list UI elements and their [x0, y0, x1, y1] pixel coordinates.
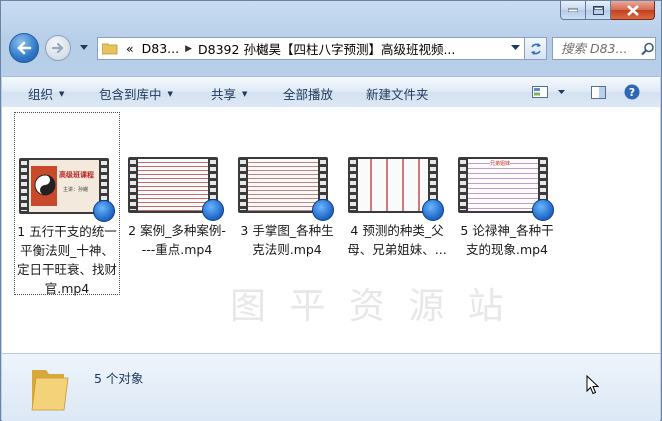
- change-view-button[interactable]: [529, 81, 551, 103]
- include-in-library-label: 包含到库中: [99, 87, 162, 102]
- search-icon[interactable]: [641, 42, 655, 56]
- video-thumbnail: [128, 157, 226, 221]
- file-name: 2 案例_多种案例----重点.mp4: [128, 223, 226, 257]
- play-all-button[interactable]: 全部播放: [283, 84, 333, 103]
- organize-menu[interactable]: 组织 ▼: [28, 84, 64, 103]
- file-name: 1 五行干支的统一平衡法则_十神、定日干旺衰、找财官.mp4: [17, 224, 118, 296]
- minimize-icon: [568, 8, 578, 12]
- minimize-button[interactable]: [560, 1, 586, 20]
- view-icon: [532, 86, 548, 98]
- maximize-button[interactable]: [586, 1, 611, 20]
- address-overflow[interactable]: «: [122, 41, 138, 56]
- media-player-badge-icon: [422, 199, 444, 221]
- file-name: 3 手掌图_各种生克法则.mp4: [240, 223, 334, 257]
- explorer-window: « D83... ▶ D8392 孙樾昊【四柱八字预测】高级班视频... 组织 ▼…: [0, 0, 662, 421]
- yin-yang-icon: [34, 174, 56, 196]
- share-label: 共享: [211, 87, 237, 102]
- preview-pane-button[interactable]: [587, 81, 609, 103]
- preview-pane-icon: [590, 85, 606, 99]
- file-item[interactable]: 4 预测的种类_父母、兄弟姐妹、...: [344, 112, 450, 295]
- folder-icon: [102, 43, 118, 55]
- organize-label: 组织: [28, 87, 54, 102]
- video-thumbnail: 高级班课程 主讲：孙樾: [19, 158, 117, 222]
- file-name: 5 论禄神_各种干支的现象.mp4: [460, 223, 554, 257]
- folder-icon: [31, 370, 69, 411]
- media-player-badge-icon: [202, 199, 224, 221]
- new-folder-label: 新建文件夹: [366, 87, 429, 102]
- caption-buttons: [560, 1, 655, 21]
- media-player-badge-icon: [532, 199, 554, 221]
- file-list[interactable]: 图 平 资 源 站 高级班课程 主讲：孙樾 1 五行干支的统一平衡法则_十神、定…: [2, 107, 660, 353]
- file-item[interactable]: 3 手掌图_各种生克法则.mp4: [234, 112, 340, 295]
- forward-arrow-icon: [51, 42, 64, 54]
- organize-dropdown-icon: ▼: [59, 89, 65, 98]
- help-icon: ?: [624, 84, 640, 100]
- include-in-library-menu[interactable]: 包含到库中 ▼: [99, 84, 173, 103]
- thumbnail-title: 高级班课程: [59, 171, 94, 179]
- thumbnail-title: 兄弟姐妹: [490, 160, 511, 167]
- item-count: 5 个对象: [94, 371, 144, 386]
- video-thumbnail: [238, 157, 336, 221]
- breadcrumb-parent[interactable]: D83...: [138, 41, 183, 56]
- breadcrumb-separator-icon[interactable]: ▶: [183, 44, 194, 54]
- back-arrow-icon: [17, 41, 32, 55]
- new-folder-button[interactable]: 新建文件夹: [366, 84, 429, 103]
- media-player-badge-icon: [93, 200, 115, 222]
- play-all-label: 全部播放: [283, 87, 334, 102]
- video-thumbnail: 兄弟姐妹: [458, 157, 556, 221]
- file-item[interactable]: 兄弟姐妹 5 论禄神_各种干支的现象.mp4: [454, 112, 560, 295]
- search-input[interactable]: [559, 40, 641, 57]
- navigation-bar: « D83... ▶ D8392 孙樾昊【四柱八字预测】高级班视频...: [1, 29, 661, 69]
- mouse-cursor-icon: [586, 375, 599, 395]
- back-button[interactable]: [9, 33, 39, 63]
- details-pane: 5 个对象: [2, 353, 660, 421]
- close-icon: [626, 4, 639, 16]
- share-menu[interactable]: 共享 ▼: [211, 84, 247, 103]
- breadcrumb-current[interactable]: D8392 孙樾昊【四柱八字预测】高级班视频...: [194, 39, 459, 58]
- share-dropdown-icon: ▼: [242, 89, 248, 98]
- maximize-icon: [592, 5, 604, 15]
- include-dropdown-icon: ▼: [167, 89, 173, 98]
- command-bar: 组织 ▼ 包含到库中 ▼ 共享 ▼ 全部播放 新建文件夹 ?: [2, 76, 660, 108]
- address-bar[interactable]: « D83... ▶ D8392 孙樾昊【四柱八字预测】高级班视频...: [97, 37, 525, 60]
- file-name: 4 预测的种类_父母、兄弟姐妹、...: [347, 223, 447, 257]
- svg-text:?: ?: [629, 86, 635, 99]
- search-box[interactable]: [552, 37, 656, 60]
- refresh-icon: [530, 42, 541, 55]
- help-button[interactable]: ?: [621, 81, 643, 103]
- forward-button[interactable]: [45, 35, 71, 61]
- file-item[interactable]: 高级班课程 主讲：孙樾 1 五行干支的统一平衡法则_十神、定日干旺衰、找财官.m…: [14, 112, 120, 296]
- media-player-badge-icon: [312, 199, 334, 221]
- thumbnail-subtitle: 主讲：孙樾: [63, 187, 89, 193]
- video-thumbnail: [348, 157, 446, 221]
- view-dropdown-icon: [557, 89, 565, 94]
- view-dropdown[interactable]: [556, 81, 566, 103]
- address-dropdown-icon[interactable]: [511, 45, 520, 51]
- file-item[interactable]: 2 案例_多种案例----重点.mp4: [124, 112, 230, 295]
- recent-pages-dropdown-icon[interactable]: [79, 42, 89, 52]
- refresh-button[interactable]: [525, 37, 547, 60]
- close-button[interactable]: [611, 1, 655, 20]
